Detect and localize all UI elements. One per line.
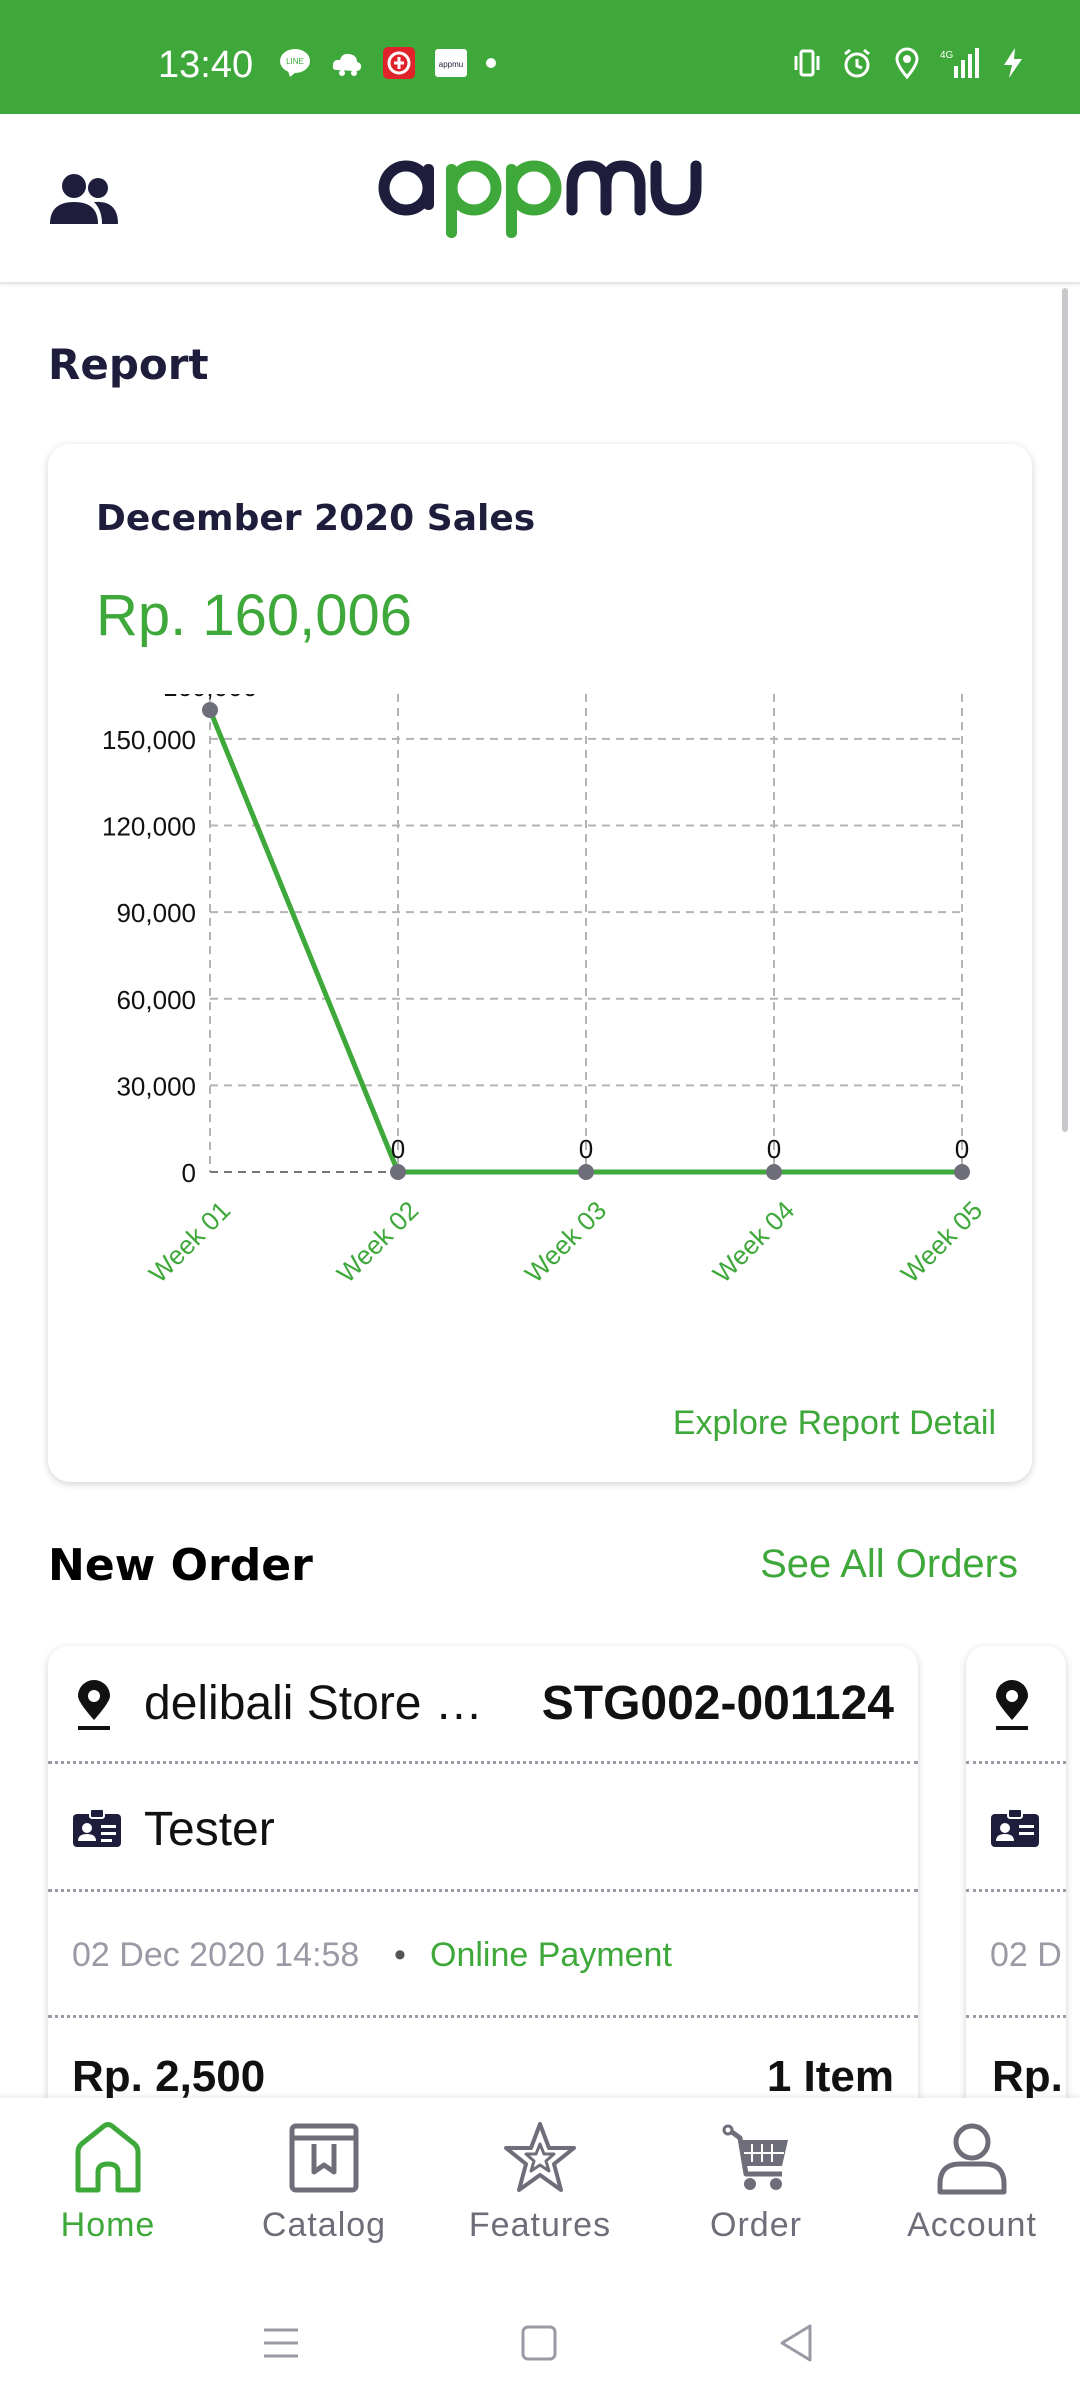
status-bar: 13:40 LINE appmu 4G	[0, 0, 1080, 114]
home-square-icon[interactable]	[514, 2318, 564, 2368]
data-label: 160,006	[163, 694, 257, 702]
vibrate-icon	[794, 49, 820, 77]
location-pin-icon	[996, 1680, 1028, 1730]
sales-total: Rp. 160,006	[96, 583, 413, 648]
appmu-notification-icon: appmu	[435, 49, 467, 77]
y-tick-label: 30,000	[116, 1071, 196, 1101]
y-tick-label: 120,000	[102, 812, 196, 842]
y-tick-label: 0	[182, 1158, 196, 1188]
meta-separator: •	[394, 1936, 406, 1974]
cart-icon	[722, 2124, 788, 2190]
alarm-icon	[844, 48, 870, 78]
x-tick-label: Week 04	[707, 1195, 800, 1288]
order-card[interactable]: 02 D Rp.	[966, 1646, 1066, 2126]
id-card-icon	[991, 1808, 1039, 1847]
order-amount: Rp.	[992, 2052, 1063, 2101]
order-id: STG002-001124	[541, 1677, 894, 1730]
signal-4g-icon: 4G	[940, 48, 979, 78]
data-point	[766, 1164, 782, 1180]
order-meta-row: 02 Dec 2020 14:58 • Online Payment	[48, 1892, 918, 2018]
data-point	[954, 1164, 970, 1180]
nav-label-features: Features	[468, 2206, 612, 2244]
sales-card-title: December 2020 Sales	[96, 498, 536, 539]
star-icon	[504, 2122, 576, 2192]
svg-text:LINE: LINE	[286, 57, 304, 66]
data-point	[578, 1164, 594, 1180]
nav-label-order: Order	[710, 2206, 802, 2244]
order-customer-name: Tester	[144, 1803, 275, 1856]
data-label: 0	[955, 1134, 969, 1164]
report-card: December 2020 Sales Rp. 160,006 0 30,000 6…	[48, 444, 1032, 1482]
y-tick-label: 90,000	[116, 898, 196, 928]
order-customer-row	[966, 1764, 1066, 1892]
nav-label-catalog: Catalog	[261, 2206, 387, 2244]
nav-item-home[interactable]: Home	[0, 2098, 216, 2288]
line-icon: LINE	[280, 49, 310, 77]
menu-icon[interactable]	[256, 2318, 306, 2368]
status-time: 13:40	[158, 44, 254, 86]
order-store-row	[966, 1646, 1066, 1764]
notification-icons: LINE appmu	[278, 46, 496, 80]
order-store-name: delibali Store K…	[144, 1677, 504, 1730]
location-pin-icon	[78, 1680, 110, 1730]
y-tick-label: 60,000	[116, 985, 196, 1015]
new-order-section-title: New Order	[48, 1540, 313, 1591]
order-date: 02 Dec 2020 14:58	[72, 1936, 360, 1974]
users-icon[interactable]	[48, 170, 120, 230]
sales-line-chart: 0 30,000 60,000 90,000 120,000 150,000 Week 01…	[102, 694, 988, 1288]
data-label: 0	[579, 1134, 593, 1164]
x-tick-label: Week 05	[895, 1195, 988, 1288]
nav-item-catalog[interactable]: Catalog	[216, 2098, 432, 2288]
back-icon[interactable]	[772, 2318, 822, 2368]
catalog-icon	[289, 2123, 359, 2193]
y-tick-label: 150,000	[102, 725, 196, 755]
system-navigation-bar	[0, 2288, 1080, 2400]
charging-icon	[1004, 48, 1022, 78]
svg-text:appmu: appmu	[439, 60, 463, 69]
id-card-icon	[73, 1808, 121, 1847]
order-customer-row: Tester	[48, 1764, 918, 1892]
user-icon	[937, 2123, 1007, 2195]
order-card[interactable]: delibali Store K… STG002-001124 Tester 0…	[48, 1646, 918, 2126]
explore-report-detail-link[interactable]: Explore Report Detail	[673, 1404, 996, 1443]
see-all-orders-link[interactable]: See All Orders	[760, 1542, 1018, 1587]
nav-item-account[interactable]: Account	[864, 2098, 1080, 2288]
svg-text:4G: 4G	[940, 50, 954, 61]
data-label: 0	[767, 1134, 781, 1164]
data-label: 0	[391, 1134, 405, 1164]
cloud-icon	[332, 53, 362, 76]
telkomsel-icon	[383, 47, 415, 79]
order-item-count: 1 Item	[766, 2052, 894, 2101]
app-header	[0, 114, 1080, 284]
dot-icon	[486, 58, 496, 68]
nav-item-order[interactable]: Order	[648, 2098, 864, 2288]
order-store-row: delibali Store K… STG002-001124	[48, 1646, 918, 1764]
data-point	[390, 1164, 406, 1180]
order-payment-method: Online Payment	[430, 1936, 672, 1974]
appmu-logo	[378, 160, 702, 238]
report-section-title: Report	[48, 340, 209, 389]
home-icon	[75, 2122, 141, 2193]
order-meta-row: 02 D	[966, 1892, 1066, 2018]
order-date: 02 D	[990, 1936, 1062, 1974]
bottom-navigation: Home Catalog Features Order Account	[0, 2098, 1080, 2288]
nav-item-features[interactable]: Features	[432, 2098, 648, 2288]
nav-label-home: Home	[60, 2206, 156, 2244]
order-amount: Rp. 2,500	[72, 2052, 266, 2101]
x-tick-label: Week 01	[143, 1195, 236, 1288]
nav-label-account: Account	[907, 2206, 1037, 2244]
x-tick-label: Week 02	[331, 1195, 424, 1288]
scrollbar[interactable]	[1062, 288, 1068, 1132]
data-point	[202, 702, 218, 718]
system-status-icons: 4G	[790, 46, 1030, 80]
location-icon	[895, 47, 919, 80]
x-tick-label: Week 03	[519, 1195, 612, 1288]
